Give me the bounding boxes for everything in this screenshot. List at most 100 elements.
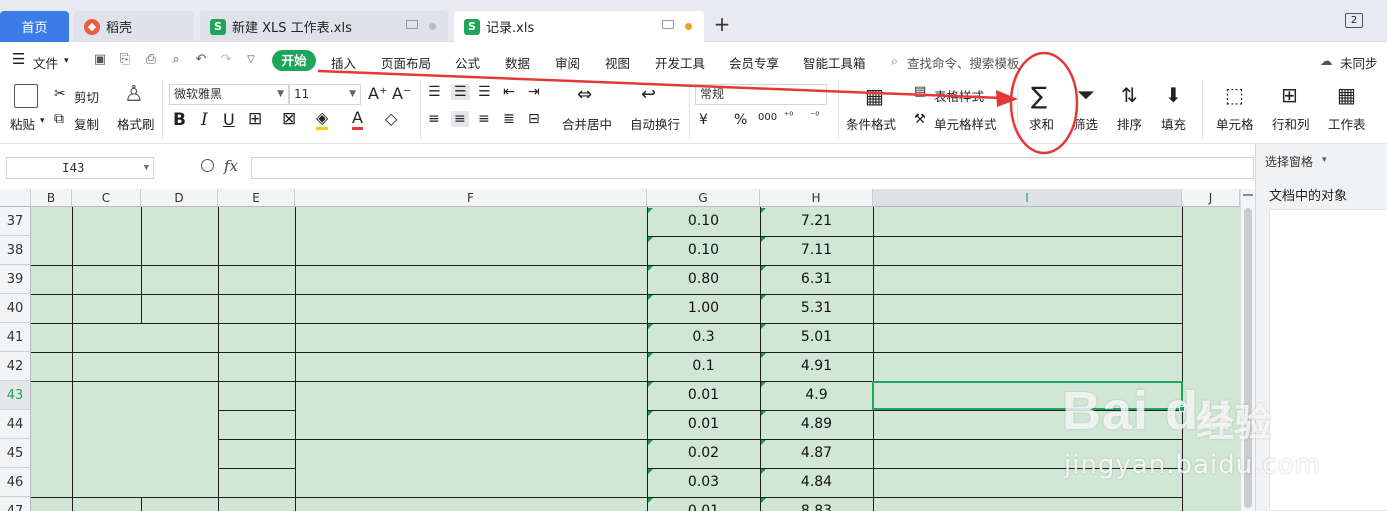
command-search-input[interactable]: 查找命令、搜索模板 (907, 53, 1020, 72)
cell-g40[interactable]: 1.00 (647, 300, 760, 316)
align-right-icon[interactable]: ≡ (478, 111, 490, 127)
menu-developer[interactable]: 开发工具 (655, 53, 705, 72)
cut-button[interactable]: 剪切 (74, 87, 99, 106)
underline-icon[interactable]: U (223, 110, 235, 129)
add-tab-button[interactable]: + (710, 13, 734, 37)
thousands-button[interactable]: 000 (758, 112, 777, 123)
print-icon[interactable]: ⎙ (144, 53, 158, 67)
decrease-decimal-icon[interactable]: ⁻⁰ (810, 111, 819, 122)
tab-new-xls[interactable]: S 新建 XLS 工作表.xls (200, 11, 448, 42)
zoom-icon[interactable] (201, 159, 214, 172)
indent-decrease-icon[interactable]: ⇤ (503, 84, 515, 100)
menu-page-layout[interactable]: 页面布局 (381, 53, 431, 72)
menu-smart-toolbox[interactable]: 智能工具箱 (803, 53, 866, 72)
column-header-b[interactable]: B (31, 189, 72, 207)
row-header-41[interactable]: 41 (0, 323, 31, 352)
hamburger-icon[interactable]: ☰ (12, 50, 25, 68)
worksheet-icon[interactable]: ▦ (1337, 83, 1356, 107)
row-header-45[interactable]: 45 (0, 439, 31, 468)
fill-color-icon[interactable]: ◈ (316, 109, 329, 130)
menu-member[interactable]: 会员专享 (729, 53, 779, 72)
objects-list[interactable] (1269, 209, 1387, 511)
tab-daoke[interactable]: ◆ 稻壳 (74, 11, 194, 42)
formula-input[interactable] (251, 157, 1254, 179)
row-header-47[interactable]: 47 (0, 497, 31, 511)
eraser-icon[interactable]: ◇ (385, 109, 397, 128)
align-center-icon[interactable]: ≡ (451, 111, 469, 127)
border-icon[interactable]: ⊞ (248, 109, 262, 129)
menu-insert[interactable]: 插入 (331, 53, 356, 72)
cell-grid[interactable]: 0.10 7.21 0.10 7.11 0.80 6.31 1.00 5.31 0.3 5.01 0… (31, 207, 1240, 511)
chevron-down-icon[interactable]: ▾ (1322, 155, 1327, 165)
cell-button[interactable]: 单元格 (1216, 114, 1254, 133)
column-header-e[interactable]: E (218, 189, 295, 207)
print-preview-icon[interactable]: ⌕ (169, 53, 183, 67)
cell-h40[interactable]: 5.31 (760, 300, 873, 316)
row-header-37[interactable]: 37 (0, 207, 31, 236)
column-header-f[interactable]: F (295, 189, 647, 207)
selected-cell[interactable] (872, 381, 1183, 410)
increase-decimal-icon[interactable]: ⁺⁰ (784, 111, 793, 122)
cell-h46[interactable]: 4.84 (760, 474, 873, 490)
fill-button[interactable]: 填充 (1161, 114, 1186, 133)
menu-file[interactable]: 文件 (33, 53, 58, 72)
font-color-icon[interactable]: A (352, 109, 363, 130)
cell-h43[interactable]: 4.9 (760, 387, 873, 403)
increase-font-icon[interactable]: A⁺ (368, 84, 387, 103)
menu-formula[interactable]: 公式 (455, 53, 480, 72)
worksheet-button[interactable]: 工作表 (1328, 114, 1366, 133)
cell-h39[interactable]: 6.31 (760, 271, 873, 287)
row-header-43[interactable]: 43 (0, 381, 31, 410)
merge-center-icon[interactable]: ⇔ (577, 84, 592, 105)
copy-icon[interactable]: ⧉ (54, 111, 64, 127)
vertical-scrollbar[interactable] (1240, 189, 1255, 511)
function-icon[interactable]: fx (224, 157, 238, 175)
merge-center-button[interactable]: 合并居中 (562, 114, 612, 133)
customize-quick-access-icon[interactable]: ▽ (244, 53, 258, 67)
paste-button[interactable]: 粘贴 (10, 114, 35, 133)
cell-g39[interactable]: 0.80 (647, 271, 760, 287)
menu-start[interactable]: 开始 (272, 50, 316, 71)
save-icon[interactable]: ▣ (93, 53, 107, 67)
tab-status-dot[interactable] (429, 23, 436, 30)
table-style-button[interactable]: 表格样式 (934, 86, 984, 105)
align-top-icon[interactable]: ☰ (428, 84, 441, 100)
row-header-39[interactable]: 39 (0, 265, 31, 294)
cell-g47[interactable]: 0.01 (647, 503, 760, 511)
row-header-38[interactable]: 38 (0, 236, 31, 265)
select-all-corner[interactable] (0, 189, 31, 207)
cell-h41[interactable]: 5.01 (760, 329, 873, 345)
row-header-42[interactable]: 42 (0, 352, 31, 381)
cell-g45[interactable]: 0.02 (647, 445, 760, 461)
scrollbar-thumb[interactable] (1244, 208, 1252, 508)
cell-g44[interactable]: 0.01 (647, 416, 760, 432)
conditional-format-button[interactable]: 条件格式 (846, 114, 896, 133)
bold-icon[interactable]: B (173, 110, 186, 130)
export-icon[interactable]: ⎘ (118, 53, 132, 67)
tab-home[interactable]: 首页 (0, 11, 69, 42)
column-header-h[interactable]: H (760, 189, 873, 207)
cell-h37[interactable]: 7.21 (760, 213, 873, 229)
table-style-icon[interactable]: ▤ (914, 84, 926, 99)
font-size-select[interactable]: 11 ▼ (289, 84, 361, 105)
scissors-icon[interactable]: ✂ (54, 86, 66, 102)
chevron-down-icon[interactable]: ▾ (64, 56, 69, 66)
cell-h45[interactable]: 4.87 (760, 445, 873, 461)
cell-h44[interactable]: 4.89 (760, 416, 873, 432)
wrap-text-button[interactable]: 自动换行 (630, 114, 680, 133)
format-painter-button[interactable]: 格式刷 (117, 114, 155, 133)
redo-icon[interactable]: ↷ (219, 53, 233, 67)
number-format-select[interactable]: 常规 (695, 84, 827, 105)
decrease-font-icon[interactable]: A⁻ (392, 84, 411, 103)
align-bottom-icon[interactable]: ☰ (478, 84, 491, 100)
sort-button[interactable]: 排序 (1117, 114, 1142, 133)
cell-g43[interactable]: 0.01 (647, 387, 760, 403)
filter-icon[interactable]: ⏷ (1077, 83, 1095, 108)
column-header-i[interactable]: I (873, 189, 1182, 207)
cell-g46[interactable]: 0.03 (647, 474, 760, 490)
italic-icon[interactable]: I (201, 110, 208, 130)
filter-button[interactable]: 筛选 (1073, 114, 1098, 133)
menu-data[interactable]: 数据 (505, 53, 530, 72)
percent-button[interactable]: % (734, 112, 747, 128)
column-header-j[interactable]: J (1182, 189, 1240, 207)
